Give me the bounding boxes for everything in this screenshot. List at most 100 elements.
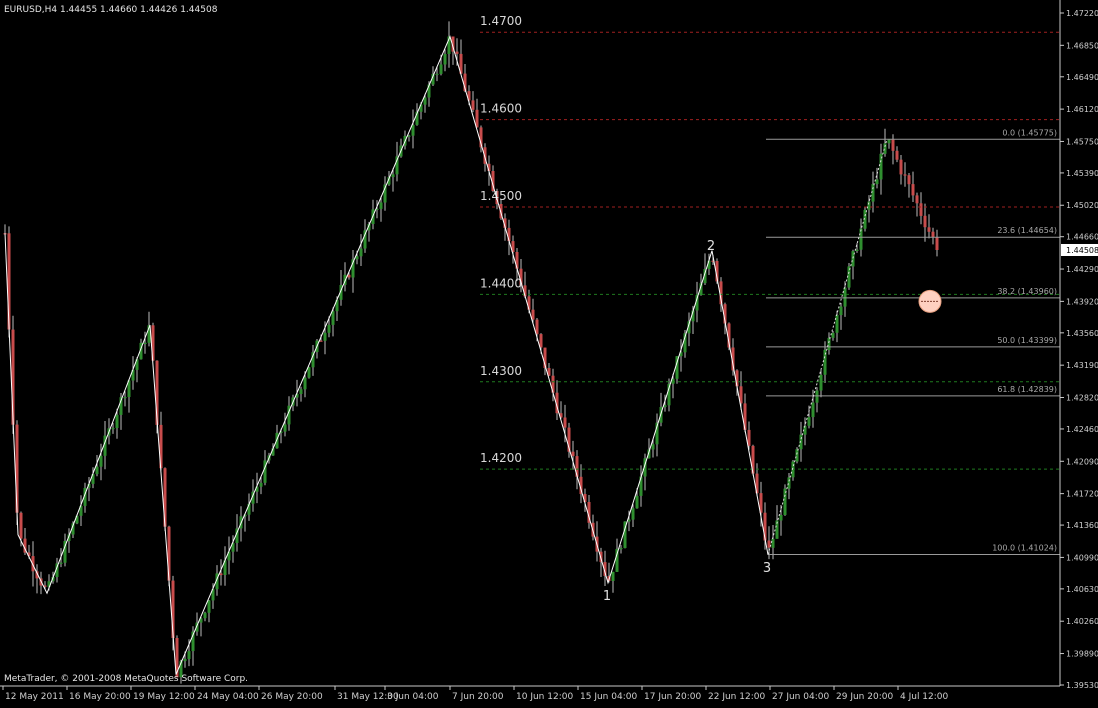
time-tick-label: 7 Jun 20:00 [452, 692, 504, 702]
price-tick-label: 1.45390 [1066, 169, 1098, 178]
copyright-text: MetaTrader, © 2001-2008 MetaQuotes Softw… [4, 674, 248, 684]
price-tick-label: 1.41360 [1066, 521, 1098, 530]
candle-body [903, 174, 907, 176]
candle-body [907, 175, 911, 185]
time-tick-label: 4 Jul 12:00 [900, 692, 949, 702]
time-tick-label: 17 Jun 20:00 [644, 692, 701, 702]
candle-body [443, 54, 447, 65]
price-tick-label: 1.43920 [1066, 297, 1098, 306]
level-label: 1.4400 [480, 276, 522, 290]
price-tick-label: 1.42460 [1066, 425, 1098, 434]
candle-body [795, 449, 799, 462]
candle-body [771, 538, 775, 548]
axes-layer: 1.47220 1.46850 1.46490 1.46120 1.45750 1.453… [0, 0, 1098, 702]
candle-body [827, 337, 831, 350]
candle-body [327, 324, 331, 333]
candle-body [563, 417, 567, 428]
candle-body [619, 548, 623, 550]
candle-body [455, 51, 459, 54]
candle-body [99, 455, 103, 467]
candle-body [815, 390, 819, 403]
price-tick-label: 1.43560 [1066, 329, 1098, 338]
price-tick-label: 1.39890 [1066, 650, 1098, 659]
candle-body [19, 512, 23, 539]
candle-body [651, 444, 655, 450]
price-tick-label: 1.45020 [1066, 201, 1098, 210]
candle-body [887, 139, 891, 144]
price-tick-label: 1.46490 [1066, 73, 1098, 82]
candle-body [539, 334, 543, 348]
price-tick-label: 1.40630 [1066, 585, 1098, 594]
time-tick-label: 12 May 2011 [5, 692, 64, 702]
candle-body [611, 571, 615, 581]
candle-body [207, 600, 211, 613]
candle-body [187, 651, 191, 659]
price-tick-label: 1.40260 [1066, 617, 1098, 626]
candle-body [379, 202, 383, 209]
time-tick-label: 16 May 20:00 [69, 692, 131, 702]
candle-body [59, 562, 63, 564]
level-label: 1.4500 [480, 189, 522, 203]
time-tick-label: 3 Jun 04:00 [387, 692, 439, 702]
price-tick-label: 1.42090 [1066, 457, 1098, 466]
candle-body [923, 215, 927, 228]
candle-body [411, 124, 415, 136]
candle-body [895, 150, 899, 160]
zigzag-layer: 1 2 3 [4, 35, 771, 675]
candles-layer [3, 21, 939, 684]
price-tick-label: 1.41720 [1066, 490, 1098, 499]
candle-body [931, 231, 935, 238]
time-tick-label: 29 Jun 20:00 [836, 692, 893, 702]
candle-body [571, 451, 575, 457]
candle-body [95, 466, 99, 475]
level-label: 1.4300 [480, 364, 522, 378]
fib-label: 50.0 (1.43399) [997, 336, 1057, 345]
candle-body [839, 306, 843, 316]
candle-body [123, 397, 127, 399]
time-tick-label: 24 May 04:00 [197, 692, 259, 702]
candle-body [831, 332, 835, 338]
candle-body [143, 342, 147, 344]
level-label: 1.4200 [480, 451, 522, 465]
candle-body [911, 184, 915, 196]
wave-label-3: 3 [763, 561, 771, 576]
candle-body [891, 139, 895, 151]
time-tick-label: 15 Jun 04:00 [580, 692, 637, 702]
candle-body [423, 97, 427, 105]
candle-body [935, 237, 939, 250]
candle-body [183, 659, 187, 662]
candle-body [807, 417, 811, 426]
price-tick-label: 1.47220 [1066, 9, 1098, 18]
candle-body [331, 311, 335, 325]
price-chart[interactable]: 1.4700 1.4600 1.4500 1.4400 1.4300 1.4200 0.0… [0, 0, 1098, 704]
candle-body [843, 287, 847, 307]
candle-body [407, 135, 411, 137]
chart-window[interactable]: 1.4700 1.4600 1.4500 1.4400 1.4300 1.4200 0.0… [0, 0, 1098, 704]
candle-body [779, 515, 783, 521]
candle-body [819, 374, 823, 391]
candle-body [899, 159, 903, 175]
price-tick-label: 1.46850 [1066, 41, 1098, 50]
price-tick-label: 1.45750 [1066, 137, 1098, 146]
price-tick-label: 1.42820 [1066, 393, 1098, 402]
candle-body [259, 482, 263, 487]
candle-body [299, 389, 303, 394]
candle-body [283, 424, 287, 432]
candle-body [359, 248, 363, 257]
candle-body [15, 424, 19, 513]
current-price-label: 1.44508 [1066, 246, 1098, 255]
candle-body [319, 340, 323, 342]
candle-body [111, 428, 115, 430]
candle-body [307, 367, 311, 378]
price-tick-label: 1.39530 [1066, 681, 1098, 690]
wave-label-1: 1 [603, 589, 611, 604]
candle-body [435, 73, 439, 75]
fib-label: 23.6 (1.44654) [997, 226, 1057, 235]
candle-body [915, 195, 919, 204]
candle-body [635, 495, 639, 509]
candle-body [859, 228, 863, 250]
fib-label: 100.0 (1.41024) [992, 543, 1057, 552]
time-tick-label: 27 Jun 04:00 [772, 692, 829, 702]
candle-body [219, 573, 223, 576]
fib-label: 38.2 (1.43960) [997, 287, 1057, 296]
